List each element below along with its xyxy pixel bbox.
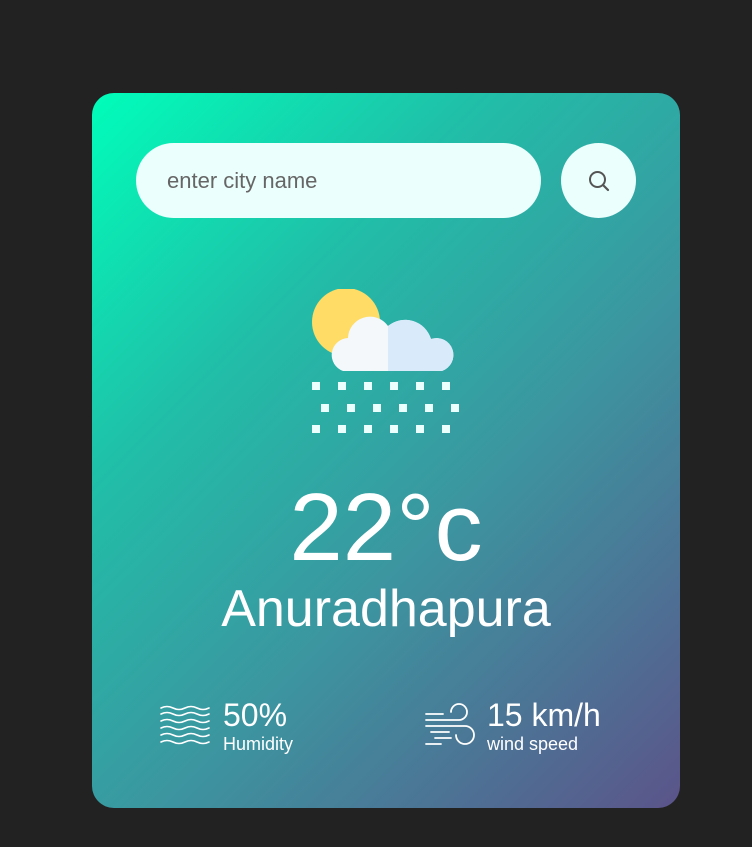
wind-label: wind speed — [487, 734, 579, 754]
snow-cloud-sun-icon — [312, 289, 459, 433]
wind-value: 15 km/h — [487, 697, 601, 733]
humidity-waves-icon — [160, 705, 210, 745]
search-icon — [588, 170, 609, 191]
city-name: Anuradhapura — [221, 580, 551, 638]
humidity-detail: 50% Humidity — [159, 697, 293, 755]
search-button[interactable] — [561, 143, 636, 218]
weather-card: 22°c Anuradhapura 50% Humidity — [92, 93, 680, 808]
search-input[interactable] — [136, 143, 541, 218]
humidity-value: 50% — [223, 697, 288, 733]
wind-icon — [425, 703, 475, 745]
temperature: 22°c — [289, 474, 483, 581]
wind-detail: 15 km/h wind speed — [423, 697, 601, 755]
humidity-label: Humidity — [223, 734, 294, 754]
